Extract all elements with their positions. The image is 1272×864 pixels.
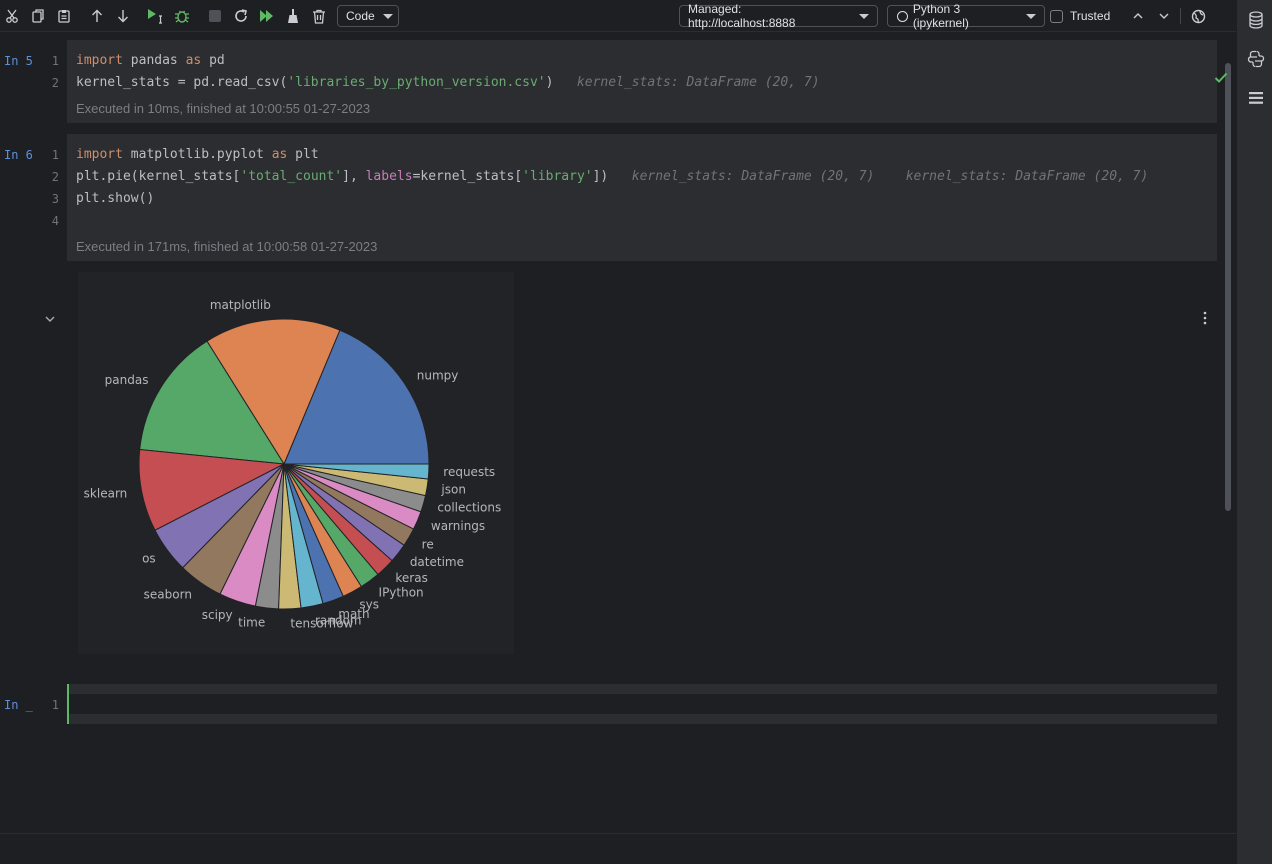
cell-prompt: In _: [4, 698, 33, 712]
toolbar-divider: [1180, 8, 1181, 24]
code-line[interactable]: plt.pie(kernel_stats['total_count'], lab…: [76, 169, 1148, 184]
execution-info: Executed in 171ms, finished at 10:00:58 …: [76, 239, 378, 254]
pie-label-pandas: pandas: [105, 373, 149, 387]
code-line[interactable]: kernel_stats = pd.read_csv('libraries_by…: [76, 75, 820, 90]
pie-label-ipython: IPython: [379, 585, 424, 599]
code-line[interactable]: import pandas as pd: [76, 53, 225, 68]
line-number: 4: [51, 214, 59, 228]
trusted-toggle[interactable]: Trusted: [1050, 5, 1110, 27]
empty-code-cell[interactable]: [67, 684, 1217, 724]
cut-icon[interactable]: [2, 6, 22, 26]
pie-label-numpy: numpy: [417, 369, 459, 383]
clean-icon[interactable]: [283, 6, 303, 26]
pie-label-warnings: warnings: [431, 519, 485, 533]
code-cell[interactable]: import matplotlib.pyplot as plt plt.pie(…: [67, 134, 1217, 261]
chevron-down-icon: [1026, 13, 1036, 19]
pie-label-datetime: datetime: [410, 555, 464, 569]
cell-output: numpy matplotlib pandas sklearn os seaborn sci…: [78, 272, 514, 654]
arrow-down-icon[interactable]: [1154, 6, 1174, 26]
cell-type-select[interactable]: Code: [337, 5, 399, 27]
list-icon[interactable]: [1246, 88, 1266, 108]
code-input[interactable]: [69, 694, 1217, 714]
code-line[interactable]: import matplotlib.pyplot as plt: [76, 147, 319, 162]
inline-variable-hint: kernel_stats: DataFrame (20, 7): [576, 75, 820, 90]
copy-icon[interactable]: [28, 6, 48, 26]
python-console-icon[interactable]: [1246, 49, 1266, 69]
move-up-icon[interactable]: [87, 6, 107, 26]
notebook-toolbar: Code Managed: http://localhost:8888 Pyth…: [0, 0, 1236, 32]
database-icon[interactable]: [1246, 10, 1266, 30]
more-options-icon[interactable]: [1200, 311, 1210, 330]
status-bar: [0, 833, 1236, 864]
arrow-up-icon[interactable]: [1128, 6, 1148, 26]
line-number: 1: [51, 698, 59, 712]
line-number: 3: [51, 192, 59, 206]
pie-label-collections: collections: [437, 501, 501, 515]
pie-label-re: re: [422, 538, 434, 552]
pie-label-matplotlib: matplotlib: [210, 298, 271, 312]
cell-prompt: In 5: [4, 54, 33, 68]
restart-icon[interactable]: [231, 6, 251, 26]
execution-info: Executed in 10ms, finished at 10:00:55 0…: [76, 101, 371, 116]
cell-prompt: In 6: [4, 148, 33, 162]
kernel-select[interactable]: Python 3 (ipykernel): [887, 2, 1045, 30]
run-cell-icon[interactable]: [145, 6, 167, 26]
globe-icon[interactable]: [1188, 6, 1208, 26]
notebook-editor[interactable]: In 5 1 2 import pandas as pd kernel_stat…: [0, 33, 1236, 833]
pie-label-json: json: [440, 483, 466, 497]
code-line[interactable]: plt.show(): [76, 191, 154, 206]
pie-label-keras: keras: [395, 571, 427, 585]
line-number: 1: [51, 54, 59, 68]
chevron-down-icon: [382, 13, 393, 19]
line-number: 2: [51, 76, 59, 90]
vertical-scrollbar[interactable]: [1225, 63, 1231, 511]
kernel-status-icon: [897, 10, 908, 22]
chevron-down-icon: [859, 13, 869, 19]
run-all-icon[interactable]: [257, 6, 277, 26]
right-tool-strip: [1236, 0, 1272, 864]
inline-variable-hint: kernel_stats: DataFrame (20, 7): [631, 169, 875, 184]
pie-label-seaborn: seaborn: [144, 587, 192, 601]
pie-label-sklearn: sklearn: [84, 487, 128, 501]
cell-type-label: Code: [346, 9, 375, 23]
move-down-icon[interactable]: [113, 6, 133, 26]
inline-variable-hint: kernel_stats: DataFrame (20, 7): [905, 169, 1149, 184]
pie-label-time: time: [238, 615, 265, 629]
pie-label-scipy: scipy: [202, 608, 233, 622]
pie-label-requests: requests: [443, 465, 495, 479]
pie-chart: numpy matplotlib pandas sklearn os seaborn sci…: [84, 298, 502, 630]
server-select[interactable]: Managed: http://localhost:8888: [679, 2, 878, 30]
kernel-label: Python 3 (ipykernel): [912, 2, 969, 30]
debug-icon[interactable]: [172, 6, 192, 26]
delete-icon[interactable]: [309, 6, 329, 26]
line-number: 2: [51, 170, 59, 184]
check-icon: [1214, 71, 1228, 89]
code-cell[interactable]: import pandas as pd kernel_stats = pd.re…: [67, 40, 1217, 123]
line-number: 1: [51, 148, 59, 162]
server-label: Managed: http://localhost:8888: [688, 2, 796, 30]
trusted-checkbox[interactable]: [1050, 9, 1063, 23]
stop-icon[interactable]: [205, 6, 225, 26]
paste-icon[interactable]: [54, 6, 74, 26]
trusted-label: Trusted: [1070, 9, 1111, 23]
pie-label-os: os: [142, 552, 156, 566]
pie-label-sys: sys: [359, 598, 379, 612]
collapse-output-icon[interactable]: [44, 311, 56, 329]
